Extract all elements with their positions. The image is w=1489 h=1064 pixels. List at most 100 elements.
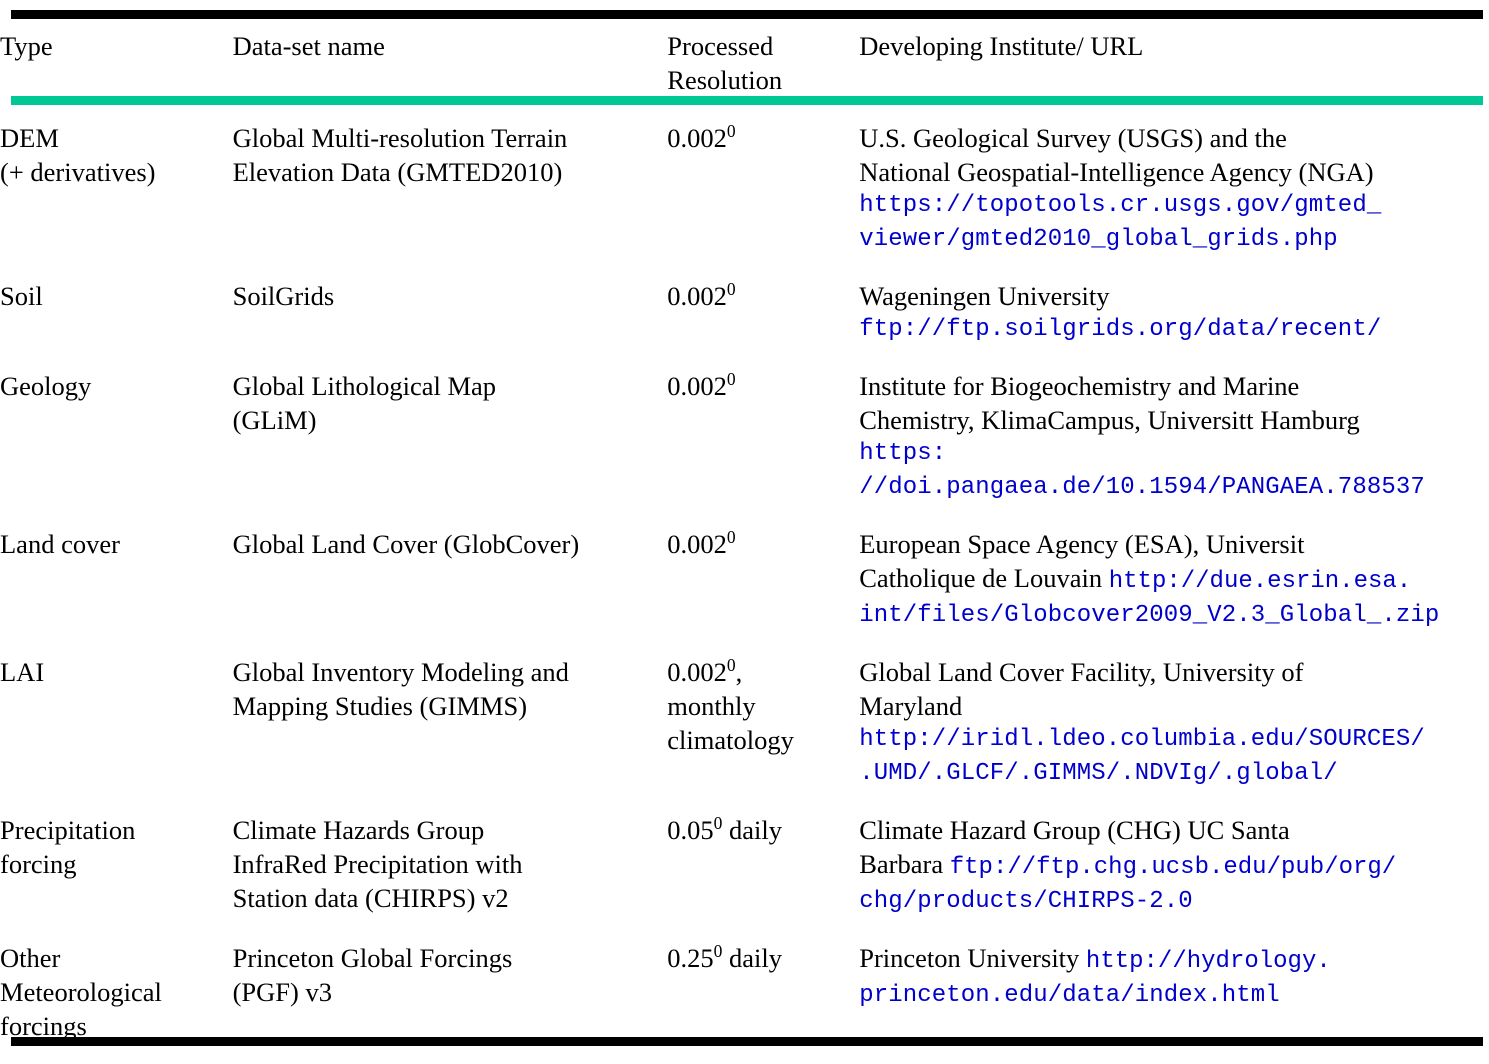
degree-superscript: 0 [727,655,736,675]
dataset-name-line-2: Station data (CHIRPS) v2 [233,881,668,915]
cell-developing-institute-url: U.S. Geological Survey (USGS) and theNat… [859,121,1489,257]
table-row: OtherMeteorologicalforcingsPrinceton Glo… [0,941,1489,1043]
type-line-1: (+ derivatives) [0,155,233,189]
cell-processed-resolution: 0.0020 [667,527,859,633]
row-spacer-box [0,257,1489,279]
data-source-table: Type Data-set name Processed Resolution … [0,0,1489,1064]
cell-dataset-name: Princeton Global Forcings(PGF) v3 [233,941,668,1043]
degree-superscript: 0 [727,527,736,547]
dataset-name-line-0: Princeton Global Forcings [233,941,668,975]
cell-type: Precipitationforcing [0,813,233,919]
row-spacer-box [0,791,1489,813]
dataset-name-line-0: Global Lithological Map [233,369,668,403]
url-line-1[interactable]: chg/products/CHIRPS-2.0 [859,885,1489,919]
cell-processed-resolution: 0.0020,monthlyclimatology [667,655,859,791]
table-row: Land coverGlobal Land Cover (GlobCover)0… [0,527,1489,633]
cell-dataset-name: Climate Hazards GroupInfraRed Precipitat… [233,813,668,919]
dataset-name-line-1: (GLiM) [233,403,668,437]
row-spacer [0,633,1489,655]
type-line-0: Land cover [0,527,233,561]
resolution-extra-line-1: climatology [667,723,859,757]
resolution-value: 0.250 daily [667,941,859,975]
institute-line-0: Climate Hazard Group (CHG) UC Santa [859,813,1489,847]
table-row: GeologyGlobal Lithological Map(GLiM)0.00… [0,369,1489,505]
cell-type: Land cover [0,527,233,633]
url-text[interactable]: ftp://ftp.chg.ucsb.edu/pub/org/ [950,854,1396,881]
cell-processed-resolution: 0.050 daily [667,813,859,919]
row-spacer-box [0,505,1489,527]
row-spacer [0,791,1489,813]
type-line-0: LAI [0,655,233,689]
cell-dataset-name: Global Lithological Map(GLiM) [233,369,668,505]
column-header-dataset-name: Data-set name [233,29,668,97]
degree-superscript: 0 [727,369,736,389]
dataset-name-line-0: Global Multi-resolution Terrain [233,121,668,155]
resolution-value: 0.0020 [667,527,859,561]
row-spacer [0,919,1489,941]
dataset-name-line-1: InfraRed Precipitation with [233,847,668,881]
cell-dataset-name: Global Inventory Modeling andMapping Stu… [233,655,668,791]
institute-line-0: Institute for Biogeochemistry and Marine [859,369,1489,403]
cell-type: DEM(+ derivatives) [0,121,233,257]
institute-url-inline-line: Barbara ftp://ftp.chg.ucsb.edu/pub/org/ [859,847,1489,885]
institute-line-1: National Geospatial-Intelligence Agency … [859,155,1489,189]
type-line-0: DEM [0,121,233,155]
resolution-value: 0.050 daily [667,813,859,847]
dataset-name-line-1: (PGF) v3 [233,975,668,1009]
cell-type: OtherMeteorologicalforcings [0,941,233,1043]
dataset-name-line-1: Mapping Studies (GIMMS) [233,689,668,723]
institute-line-0: European Space Agency (ESA), Universit [859,527,1489,561]
url-line-0[interactable]: http://iridl.ldeo.columbia.edu/SOURCES/ [859,723,1489,757]
degree-superscript: 0 [727,279,736,299]
url-line-1[interactable]: viewer/gmted2010_global_grids.php [859,223,1489,257]
url-line-1[interactable]: princeton.edu/data/index.html [859,979,1489,1013]
type-line-2: forcings [0,1009,233,1043]
column-header-processed-resolution-line2: Resolution [667,63,859,97]
url-line-1[interactable]: .UMD/.GLCF/.GIMMS/.NDVIg/.global/ [859,757,1489,791]
url-line-0[interactable]: ftp://ftp.soilgrids.org/data/recent/ [859,313,1489,347]
cell-developing-institute-url: Institute for Biogeochemistry and Marine… [859,369,1489,505]
degree-superscript: 0 [727,121,736,141]
column-header-processed-resolution: Processed Resolution [667,29,859,97]
table-grid: Type Data-set name Processed Resolution … [0,0,1489,1043]
institute-url-inline-line: Catholique de Louvain http://due.esrin.e… [859,561,1489,599]
url-line-0[interactable]: https://topotools.cr.usgs.gov/gmted_ [859,189,1489,223]
url-line-0[interactable]: https: [859,437,1489,471]
dataset-name-line-0: SoilGrids [233,279,668,313]
column-header-processed-resolution-line1: Processed [667,29,859,63]
institute-line-0: Wageningen University [859,279,1489,313]
row-spacer-box [0,633,1489,655]
column-header-type: Type [0,29,233,97]
url-line-1[interactable]: //doi.pangaea.de/10.1594/PANGAEA.788537 [859,471,1489,505]
cell-developing-institute-url: Climate Hazard Group (CHG) UC SantaBarba… [859,813,1489,919]
cell-developing-institute-url: Wageningen Universityftp://ftp.soilgrids… [859,279,1489,347]
type-line-1: forcing [0,847,233,881]
type-line-0: Precipitation [0,813,233,847]
row-spacer [0,505,1489,527]
url-line-1[interactable]: int/files/Globcover2009_V2.3_Global_.zip [859,599,1489,633]
cell-processed-resolution: 0.0020 [667,369,859,505]
institute-line-1: Maryland [859,689,1489,723]
dataset-name-line-0: Global Inventory Modeling and [233,655,668,689]
type-line-1: Meteorological [0,975,233,1009]
row-spacer-box [0,919,1489,941]
institute-line-1: Chemistry, KlimaCampus, Universitt Hambu… [859,403,1489,437]
header-bottom-spacer [0,97,1489,121]
institute-line-0: Global Land Cover Facility, University o… [859,655,1489,689]
cell-dataset-name: Global Land Cover (GlobCover) [233,527,668,633]
table-row: SoilSoilGrids0.0020Wageningen University… [0,279,1489,347]
dataset-name-line-1: Elevation Data (GMTED2010) [233,155,668,189]
cell-processed-resolution: 0.250 daily [667,941,859,1043]
dataset-name-line-0: Climate Hazards Group [233,813,668,847]
column-header-developing-institute-url: Developing Institute/ URL [859,29,1489,97]
table-header-row: Type Data-set name Processed Resolution … [0,29,1489,97]
url-text[interactable]: http://hydrology. [1086,948,1331,975]
cell-dataset-name: Global Multi-resolution TerrainElevation… [233,121,668,257]
cell-dataset-name: SoilGrids [233,279,668,347]
cell-type: LAI [0,655,233,791]
resolution-value: 0.0020 [667,121,859,155]
row-spacer [0,347,1489,369]
url-text[interactable]: http://due.esrin.esa. [1109,568,1411,595]
header-top-spacer [0,0,1489,29]
cell-type: Soil [0,279,233,347]
